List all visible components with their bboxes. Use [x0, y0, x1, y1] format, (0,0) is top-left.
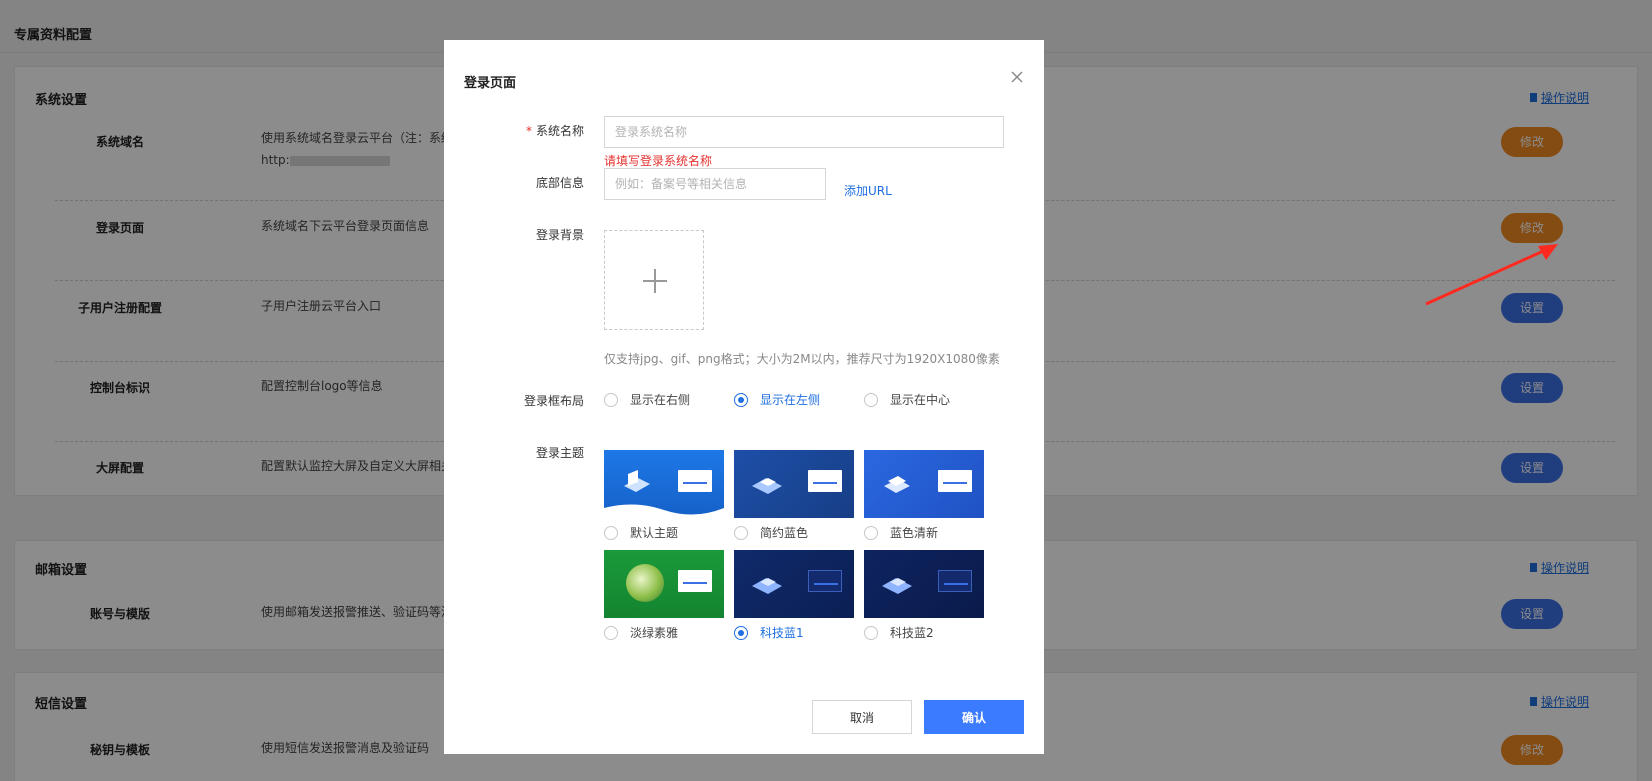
theme-option-label: 科技蓝2	[890, 626, 934, 640]
theme-option-label: 简约蓝色	[760, 526, 809, 540]
confirm-button[interactable]: 确认	[924, 700, 1024, 734]
background-upload-box[interactable]	[604, 230, 704, 330]
layout-option-left[interactable]: 显示在左侧	[734, 391, 820, 408]
close-icon[interactable]	[1010, 70, 1024, 84]
login-background-label: 登录背景	[535, 228, 584, 242]
theme-label: 登录主题	[535, 446, 584, 460]
server-illustration-icon	[752, 578, 782, 594]
required-mark: *	[525, 124, 532, 138]
radio-icon	[734, 525, 748, 540]
system-name-label-text: 系统名称	[535, 124, 584, 138]
radio-checked-icon	[734, 392, 748, 407]
dialog-title: 登录页面	[464, 76, 517, 91]
theme-thumbnail-simple-blue[interactable]	[734, 450, 854, 518]
theme-option-label: 蓝色清新	[890, 526, 939, 540]
radio-icon	[604, 625, 618, 640]
globe-icon	[626, 564, 664, 602]
radio-icon	[604, 525, 618, 540]
footer-info-input[interactable]	[604, 168, 826, 200]
theme-thumbnail-tech-blue-1[interactable]	[734, 550, 854, 618]
server-illustration-icon	[882, 578, 912, 594]
radio-checked-icon	[734, 625, 748, 640]
login-card-preview	[938, 470, 972, 492]
laptop-illustration-icon	[624, 470, 650, 492]
radio-icon	[864, 525, 878, 540]
radio-icon	[604, 392, 618, 407]
theme-thumbnail-light-green[interactable]	[604, 550, 724, 618]
server-illustration-icon	[752, 478, 782, 494]
add-url-link[interactable]: 添加URL	[844, 182, 892, 199]
theme-option-tech-blue-2[interactable]: 科技蓝2	[864, 624, 934, 641]
red-arrow-annotation	[1425, 244, 1558, 306]
login-card-preview	[678, 470, 712, 492]
upload-hint: 仅支持jpg、gif、png格式；大小为2M以内，推荐尺寸为1920X1080像…	[604, 352, 1000, 366]
login-page-dialog: 登录页面 *系统名称 请填写登录系统名称 底部信息 添加URL 登录背景 仅支持…	[444, 40, 1044, 754]
login-card-preview	[808, 470, 842, 492]
layout-option-center[interactable]: 显示在中心	[864, 391, 950, 408]
theme-option-tech-blue-1[interactable]: 科技蓝1	[734, 624, 804, 641]
arrow-shaft	[1425, 246, 1551, 306]
footer-info-label: 底部信息	[535, 176, 584, 190]
layout-option-right[interactable]: 显示在右侧	[604, 391, 690, 408]
layout-option-label: 显示在中心	[890, 393, 951, 407]
system-name-input[interactable]	[604, 116, 1004, 148]
radio-icon	[864, 392, 878, 407]
theme-option-light-green[interactable]: 淡绿素雅	[604, 624, 678, 641]
theme-option-label: 科技蓝1	[760, 626, 804, 640]
wave-decoration	[604, 504, 724, 518]
theme-option-blue-fresh[interactable]: 蓝色清新	[864, 524, 938, 541]
system-name-label: * 系统名称	[444, 122, 584, 139]
theme-option-label: 默认主题	[630, 526, 679, 540]
layout-option-label: 显示在右侧	[630, 393, 691, 407]
system-name-error: 请填写登录系统名称	[604, 154, 713, 168]
theme-thumbnail-tech-blue-2[interactable]	[864, 550, 984, 618]
radio-icon	[864, 625, 878, 640]
cancel-button[interactable]: 取消	[812, 700, 912, 734]
theme-option-simple-blue[interactable]: 简约蓝色	[734, 524, 808, 541]
theme-option-default[interactable]: 默认主题	[604, 524, 678, 541]
theme-option-label: 淡绿素雅	[630, 626, 679, 640]
stack-illustration-icon	[884, 476, 910, 493]
login-card-preview	[678, 570, 712, 592]
layout-option-label: 显示在左侧	[760, 393, 821, 407]
theme-thumbnail-default[interactable]	[604, 450, 724, 518]
plus-icon-vertical	[654, 269, 656, 293]
login-card-preview	[938, 570, 972, 592]
theme-thumbnail-blue-fresh[interactable]	[864, 450, 984, 518]
login-card-preview	[808, 570, 842, 592]
layout-label: 登录框布局	[523, 394, 584, 408]
